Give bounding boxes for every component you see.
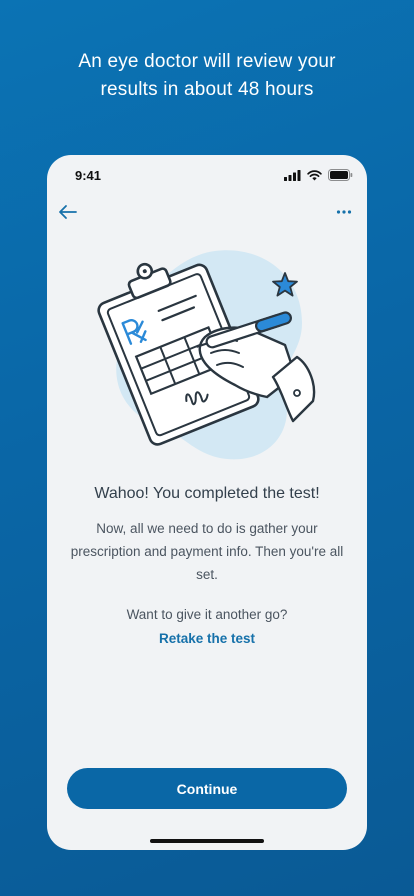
status-bar: 9:41 xyxy=(47,155,367,195)
wifi-icon xyxy=(307,169,322,180)
retry-question: Want to give it another go? xyxy=(126,607,288,622)
battery-icon xyxy=(328,169,353,181)
back-arrow-icon xyxy=(59,205,77,219)
home-indicator xyxy=(150,839,264,843)
back-button[interactable] xyxy=(55,199,81,225)
status-time: 9:41 xyxy=(75,168,102,183)
retake-test-link[interactable]: Retake the test xyxy=(47,631,367,646)
more-button[interactable] xyxy=(331,199,357,225)
prescription-clipboard-illustration xyxy=(97,245,317,465)
signal-icon xyxy=(284,169,301,181)
headline-line-2: results in about 48 hours xyxy=(100,79,314,100)
headline-line-1: An eye doctor will review your xyxy=(78,51,336,72)
marketing-headline: An eye doctor will review your results i… xyxy=(0,48,414,104)
completion-description: Now, all we need to do is gather your pr… xyxy=(70,521,344,582)
phone-screen: 9:41 Wahoo! You completed the test! Now,… xyxy=(47,155,367,850)
continue-button[interactable]: Continue xyxy=(67,768,347,809)
nav-bar xyxy=(47,197,367,229)
completion-title: Wahoo! You completed the test! xyxy=(94,485,320,502)
more-dots-icon xyxy=(336,210,352,214)
status-icons xyxy=(284,169,353,181)
